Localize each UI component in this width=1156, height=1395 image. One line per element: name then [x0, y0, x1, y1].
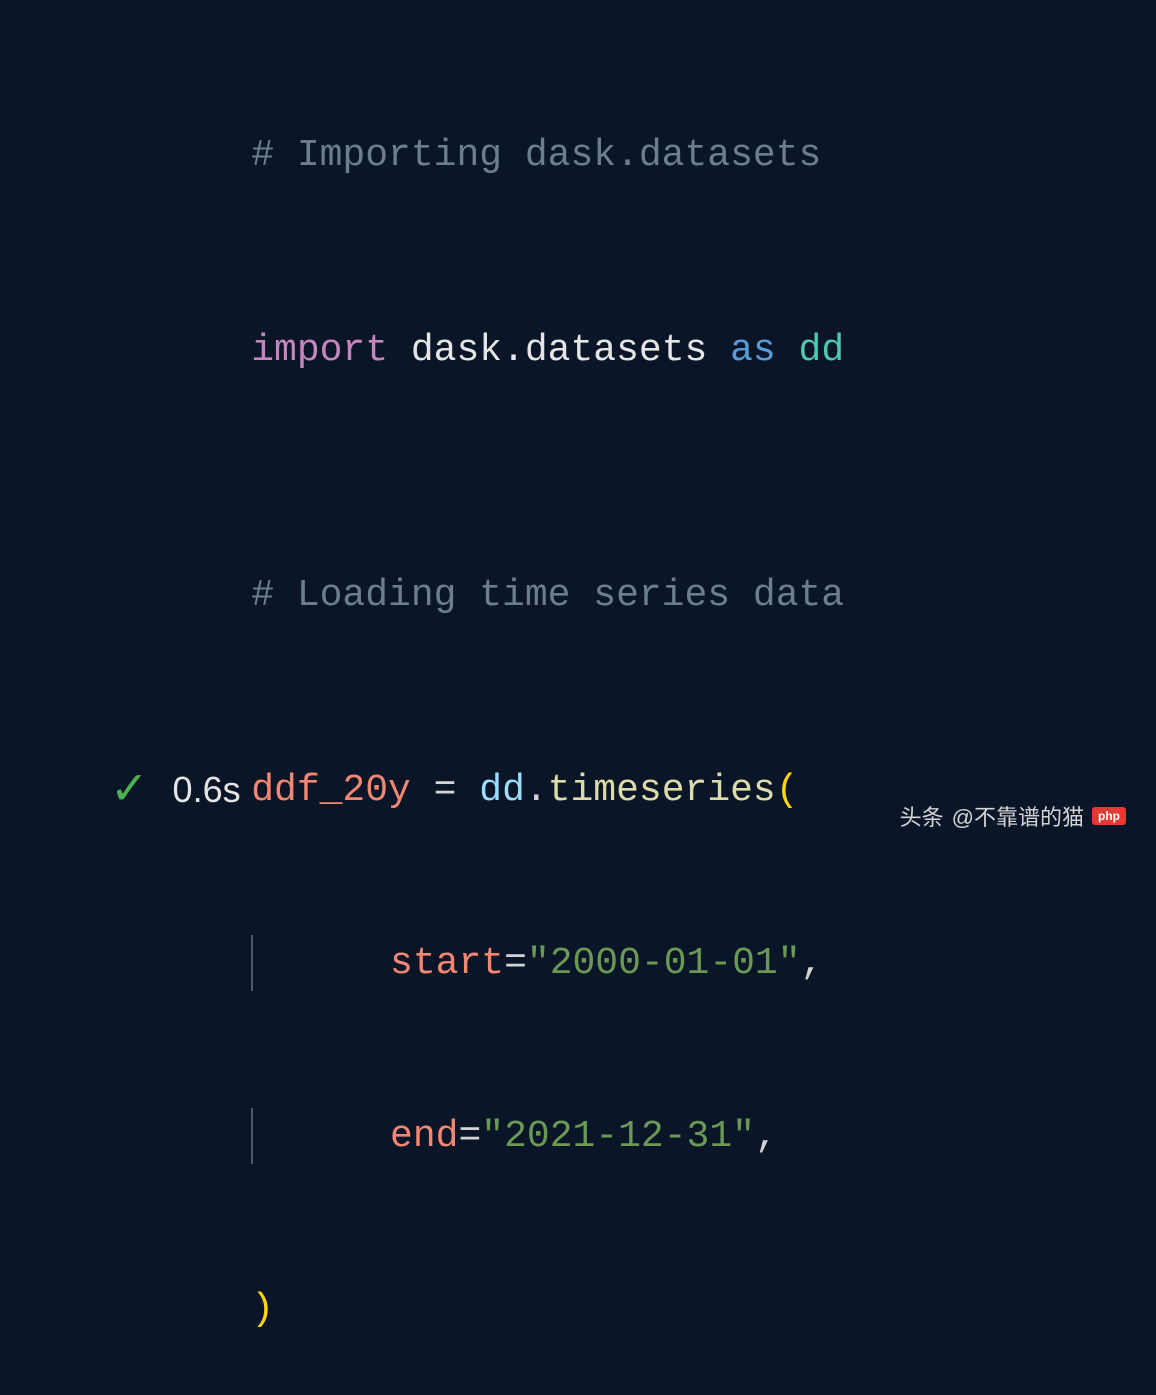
blank-line [160, 460, 1156, 510]
code-editor: # Importing dask.datasets import dask.da… [0, 0, 1156, 1395]
code-line-import: import dask.datasets as dd [160, 265, 1156, 436]
variable-name: ddf_20y [251, 769, 411, 812]
string-literal: "2000-01-01" [527, 942, 801, 985]
alias-name: dd [799, 329, 845, 372]
open-paren: ( [776, 769, 799, 812]
comma: , [801, 942, 824, 985]
keyword-import: import [251, 329, 388, 372]
code-line-comment: # Loading time series data [160, 510, 1156, 681]
object-ref: dd [479, 769, 525, 812]
keyword-as: as [730, 329, 776, 372]
comment-text: # Importing dask.datasets [251, 134, 821, 177]
comment-text: # Loading time series data [251, 574, 844, 617]
execution-time: 0.6s [173, 769, 241, 811]
string-literal: "2021-12-31" [481, 1115, 755, 1158]
code-line-param: end="2021-12-31", [160, 1051, 1156, 1222]
equals-operator: = [504, 942, 527, 985]
code-line-comment: # Importing dask.datasets [160, 70, 1156, 241]
param-name: start [390, 942, 504, 985]
watermark-logo: php [1092, 807, 1126, 825]
code-line-close: ) [160, 1224, 1156, 1395]
comma: , [755, 1115, 778, 1158]
close-paren: ) [251, 1288, 274, 1331]
success-check-icon: ✓ [110, 761, 149, 818]
code-line-assignment: ddf_20y = dd.timeseries( [160, 705, 1156, 876]
param-name: end [390, 1115, 458, 1158]
code-line-param: start="2000-01-01", [160, 878, 1156, 1049]
dot-accessor: . [525, 769, 548, 812]
watermark: 头条 @不靠谱的猫 php [900, 800, 1126, 832]
function-name: timeseries [548, 769, 776, 812]
equals-operator: = [411, 769, 479, 812]
module-name: dask.datasets [411, 329, 707, 372]
watermark-handle: @不靠谱的猫 [952, 800, 1084, 832]
watermark-source: 头条 [900, 800, 944, 832]
module-name [388, 329, 411, 372]
equals-operator: = [458, 1115, 481, 1158]
execution-status: ✓ 0.6s [110, 761, 241, 818]
